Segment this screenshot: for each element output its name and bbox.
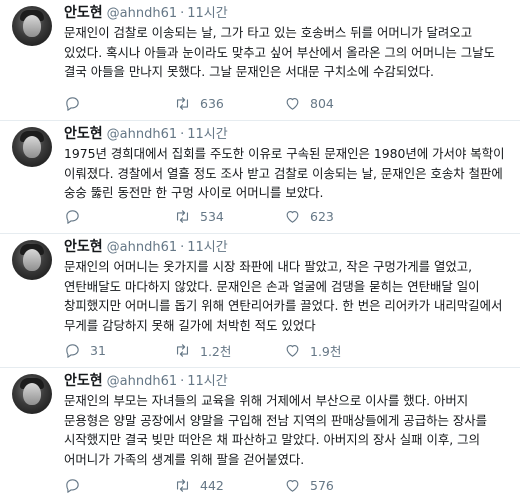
author-name[interactable]: 안도현 [64, 239, 103, 255]
tweet-header: 안도현 @ahndh61 · 11시간 [64, 238, 510, 257]
tweet-header: 안도현 @ahndh61 · 11시간 [64, 372, 510, 391]
avatar[interactable] [12, 374, 52, 414]
tweet-actions: 534 623 [64, 207, 394, 225]
timestamp[interactable]: 11시간 [187, 127, 227, 142]
like-count: 804 [310, 95, 334, 111]
tweet[interactable]: 안도현 @ahndh61 · 11시간 문재인의 어머니는 옷가지를 시장 좌판에 내… [0, 234, 520, 368]
retweet-button[interactable]: 442 [174, 477, 284, 494]
tweet-feed: 안도현 @ahndh61 · 11시간 문재인이 검찰로 이송되는 날, 그가 타고 … [0, 0, 520, 500]
separator: · [180, 240, 185, 255]
like-count: 623 [310, 208, 334, 224]
heart-icon [286, 210, 299, 223]
tweet-actions: 636 804 [64, 94, 394, 112]
retweet-count: 442 [200, 477, 224, 493]
author-name[interactable]: 안도현 [64, 5, 103, 21]
heart-icon [286, 479, 299, 492]
reply-button[interactable] [64, 477, 174, 494]
timestamp[interactable]: 11시간 [187, 240, 227, 255]
heart-icon [286, 97, 299, 110]
retweet-count: 636 [200, 95, 224, 111]
tweet[interactable]: 안도현 @ahndh61 · 11시간 문재인의 부모는 자녀들의 교육을 위해 거제… [0, 368, 520, 500]
tweet[interactable]: 안도현 @ahndh61 · 11시간 1975년 경희대에서 집회를 주도한 이유로… [0, 121, 520, 234]
reply-icon [66, 478, 79, 493]
author-name[interactable]: 안도현 [64, 373, 103, 389]
retweet-count: 534 [200, 208, 224, 224]
like-button[interactable]: 623 [284, 208, 394, 225]
like-button[interactable]: 804 [284, 95, 394, 112]
avatar[interactable] [12, 240, 52, 280]
avatar[interactable] [12, 127, 52, 167]
retweet-button[interactable]: 534 [174, 208, 284, 225]
reply-button[interactable] [64, 95, 174, 112]
retweet-icon [176, 96, 189, 110]
tweet-text: 문재인이 검찰로 이송되는 날, 그가 타고 있는 호송버스 뒤를 어머니가 달… [64, 25, 495, 79]
like-count: 576 [310, 477, 334, 493]
reply-button[interactable] [64, 208, 174, 225]
tweet-actions: 31 1.2천 1.9천 [64, 341, 394, 359]
tweet-text: 문재인의 부모는 자녀들의 교육을 위해 거제에서 부산으로 이사를 했다. 아… [64, 393, 488, 467]
reply-icon [66, 96, 79, 111]
separator: · [180, 6, 185, 21]
avatar[interactable] [12, 6, 52, 46]
retweet-icon [176, 209, 189, 223]
author-name[interactable]: 안도현 [64, 126, 103, 142]
reply-count: 31 [90, 342, 106, 358]
like-button[interactable]: 1.9천 [284, 341, 394, 360]
tweet-text: 문재인의 어머니는 옷가지를 시장 좌판에 내다 팔았고, 작은 구멍가게를 열… [64, 259, 503, 333]
reply-icon [66, 209, 79, 224]
separator: · [180, 374, 185, 389]
tweet-header: 안도현 @ahndh61 · 11시간 [64, 4, 510, 23]
like-button[interactable]: 576 [284, 477, 394, 494]
timestamp[interactable]: 11시간 [187, 374, 227, 389]
retweet-count: 1.2천 [200, 343, 232, 359]
retweet-icon [176, 478, 189, 492]
tweet-actions: 442 576 [64, 476, 394, 494]
separator: · [180, 127, 185, 142]
like-count: 1.9천 [310, 343, 342, 359]
author-handle[interactable]: @ahndh61 [107, 127, 177, 142]
retweet-button[interactable]: 1.2천 [174, 341, 284, 360]
timestamp[interactable]: 11시간 [187, 6, 227, 21]
reply-icon [66, 343, 79, 358]
author-handle[interactable]: @ahndh61 [107, 6, 177, 21]
reply-button[interactable]: 31 [64, 342, 174, 359]
retweet-button[interactable]: 636 [174, 95, 284, 112]
heart-icon [286, 344, 299, 357]
tweet-text: 1975년 경희대에서 집회를 주도한 이유로 구속된 문재인은 1980년에 … [64, 146, 505, 200]
tweet-header: 안도현 @ahndh61 · 11시간 [64, 125, 510, 144]
author-handle[interactable]: @ahndh61 [107, 374, 177, 389]
author-handle[interactable]: @ahndh61 [107, 240, 177, 255]
tweet[interactable]: 안도현 @ahndh61 · 11시간 문재인이 검찰로 이송되는 날, 그가 타고 … [0, 0, 520, 121]
retweet-icon [176, 343, 189, 357]
